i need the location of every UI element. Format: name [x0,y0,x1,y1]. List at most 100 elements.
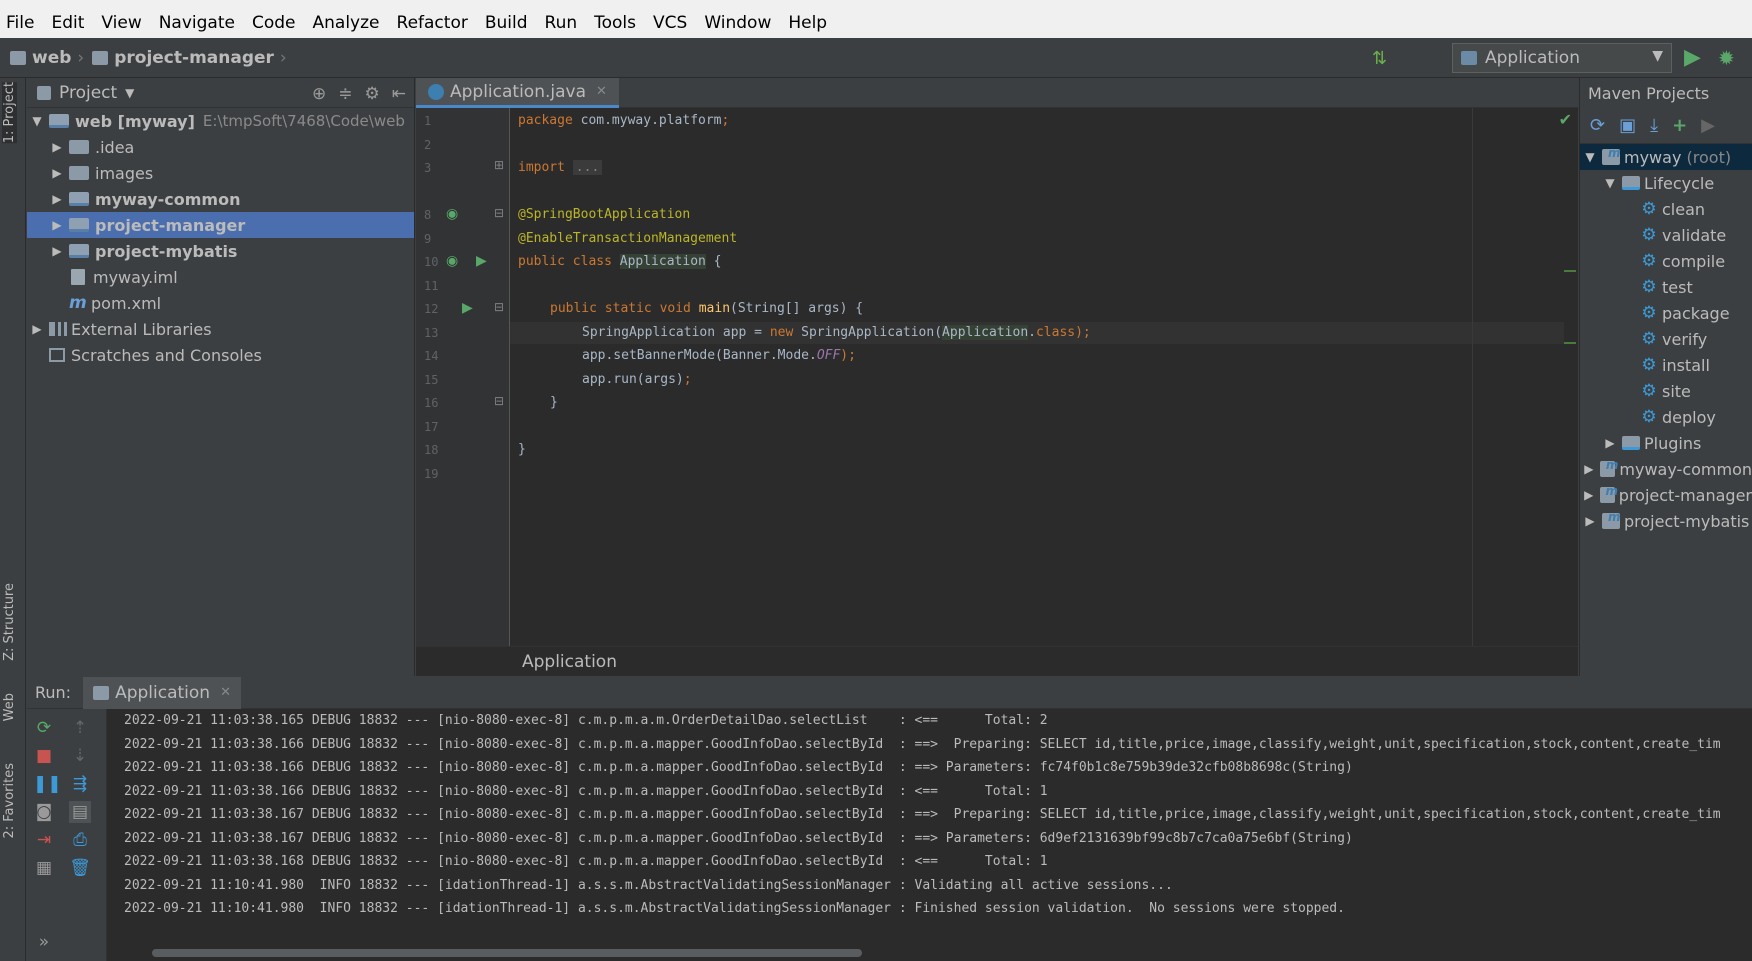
tree-item-project-mybatis[interactable]: ▶ project-mybatis [27,238,414,264]
fold-end-icon[interactable]: ⊟ [494,394,504,408]
tree-item-project-manager[interactable]: ▶ project-manager [27,212,414,238]
change-marker[interactable] [1564,270,1576,272]
fold-collapse-icon[interactable]: ⊟ [494,300,504,314]
maven-goal-clean[interactable]: ⚙ clean [1580,196,1752,222]
menu-build[interactable]: Build [485,13,528,33]
expanded-arrow-icon[interactable]: ▼ [1602,176,1618,190]
menu-refactor[interactable]: Refactor [397,13,468,33]
menu-navigate[interactable]: Navigate [159,13,235,33]
trash-icon[interactable]: 🗑 [69,857,91,879]
collapsed-arrow-icon[interactable]: ▶ [1582,488,1596,502]
collapsed-arrow-icon[interactable]: ▶ [49,244,65,258]
code-area[interactable]: package com.myway.platform; import ... @… [518,108,1568,646]
chevron-down-icon[interactable]: ▼ [125,86,134,100]
maven-item-project-manager[interactable]: ▶ project-manager [1580,482,1752,508]
run-gutter-icon[interactable]: ▶ [462,300,473,316]
maven-goal-package[interactable]: ⚙ package [1580,300,1752,326]
expanded-arrow-icon[interactable]: ▼ [29,114,45,128]
maven-goal-compile[interactable]: ⚙ compile [1580,248,1752,274]
scroll-up-icon[interactable]: ⇡ [69,717,91,739]
tree-item-myway-iml[interactable]: myway.iml [27,264,414,290]
editor-breadcrumb[interactable]: Application [522,652,617,672]
menu-window[interactable]: Window [704,13,771,33]
menu-tools[interactable]: Tools [594,13,636,33]
download-icon[interactable]: ⤓ [1650,115,1658,136]
tree-item-myway-common[interactable]: ▶ myway-common [27,186,414,212]
collapsed-arrow-icon[interactable]: ▶ [1582,462,1596,476]
menu-edit[interactable]: Edit [51,13,84,33]
close-icon[interactable]: ✕ [220,685,231,700]
close-icon[interactable]: ✕ [596,84,607,99]
soft-wrap-icon[interactable]: ⇶ [69,773,91,795]
reimport-icon[interactable]: ⟳ [1590,115,1605,136]
tool-tab-structure[interactable]: Z: Structure [2,583,17,661]
console-output[interactable]: 2022-09-21 11:03:38.165 DEBUG 18832 --- … [124,709,1752,945]
debug-button[interactable]: ✹ [1718,46,1742,70]
run-gutter-icon[interactable]: ▶ [476,253,487,269]
project-panel-title[interactable]: Project [59,83,117,103]
rerun-icon[interactable]: ⟳ [33,717,55,739]
more-icon[interactable]: » [33,931,55,953]
breadcrumb-project-manager[interactable]: project-manager › [92,48,287,68]
maven-item-plugins[interactable]: ▶ Plugins [1580,430,1752,456]
dump-threads-icon[interactable]: ◙ [33,801,55,823]
maven-goal-test[interactable]: ⚙ test [1580,274,1752,300]
run-tab-application[interactable]: Application ✕ [83,676,241,709]
spring-config-icon[interactable]: ◉ [446,253,458,269]
generate-sources-icon[interactable]: ▣ [1619,115,1636,136]
add-icon[interactable]: + [1672,115,1687,136]
menu-code[interactable]: Code [252,13,296,33]
tool-tab-favorites[interactable]: 2: Favorites [2,763,17,839]
maven-item-myway-root[interactable]: ▼ myway (root) [1580,144,1752,170]
menu-vcs[interactable]: VCS [653,13,687,33]
spring-bean-icon[interactable]: ◉ [446,206,458,222]
change-marker[interactable] [1564,342,1576,344]
maven-goal-install[interactable]: ⚙ install [1580,352,1752,378]
console-horizontal-scrollbar[interactable] [124,945,1752,959]
run-goal-icon[interactable]: ▶ [1701,115,1715,136]
exit-icon[interactable]: ⇥ [33,829,55,851]
stop-icon[interactable]: ■ [33,745,55,767]
tree-item-idea[interactable]: ▶ .idea [27,134,414,160]
tree-item-external-libraries[interactable]: ▶ External Libraries [27,316,414,342]
maven-item-myway-common[interactable]: ▶ myway-common [1580,456,1752,482]
menu-run[interactable]: Run [545,13,578,33]
pause-icon[interactable]: ❚❚ [33,773,62,795]
menu-file[interactable]: File [6,13,34,33]
maven-item-lifecycle[interactable]: ▼ Lifecycle [1580,170,1752,196]
fold-collapse-icon[interactable]: ⊟ [494,206,504,220]
tab-application-java[interactable]: Application.java ✕ [416,78,619,108]
tree-item-web[interactable]: ▼ web [myway] E:\tmpSoft\7468\Code\web [27,108,414,134]
tree-item-pom-xml[interactable]: m pom.xml [27,290,414,316]
menu-analyze[interactable]: Analyze [313,13,380,33]
print-icon[interactable]: ⎙ [69,829,91,851]
collapsed-arrow-icon[interactable]: ▶ [29,322,45,336]
scroll-to-end-icon[interactable]: ▤ [69,801,91,823]
breadcrumb-web[interactable]: web › [10,48,84,68]
locate-icon[interactable]: ⊕ [312,84,326,104]
tool-tab-project[interactable]: 1: Project [2,82,17,144]
expanded-arrow-icon[interactable]: ▼ [1582,150,1598,164]
run-configuration-select[interactable]: Application ▼ [1452,43,1672,73]
scrollbar-thumb[interactable] [152,949,862,957]
folded-imports[interactable]: ... [572,160,603,175]
maven-goal-validate[interactable]: ⚙ validate [1580,222,1752,248]
collapsed-arrow-icon[interactable]: ▶ [49,218,65,232]
tool-tab-web[interactable]: Web [2,693,17,721]
collapsed-arrow-icon[interactable]: ▶ [1582,514,1598,528]
collapsed-arrow-icon[interactable]: ▶ [49,166,65,180]
maven-item-project-mybatis[interactable]: ▶ project-mybatis [1580,508,1752,534]
layout-icon[interactable]: ▦ [33,857,55,879]
menu-help[interactable]: Help [788,13,827,33]
collapse-all-icon[interactable]: ≑ [338,84,352,104]
maven-goal-deploy[interactable]: ⚙ deploy [1580,404,1752,430]
no-errors-check-icon[interactable]: ✔ [1559,110,1572,129]
collapsed-arrow-icon[interactable]: ▶ [49,140,65,154]
menu-view[interactable]: View [101,13,141,33]
gear-icon[interactable]: ⚙ [365,84,380,104]
scroll-down-icon[interactable]: ⇣ [69,745,91,767]
run-button[interactable]: ▶ [1684,46,1708,70]
maven-goal-verify[interactable]: ⚙ verify [1580,326,1752,352]
collapsed-arrow-icon[interactable]: ▶ [49,192,65,206]
fold-expand-icon[interactable]: ⊞ [494,158,504,172]
